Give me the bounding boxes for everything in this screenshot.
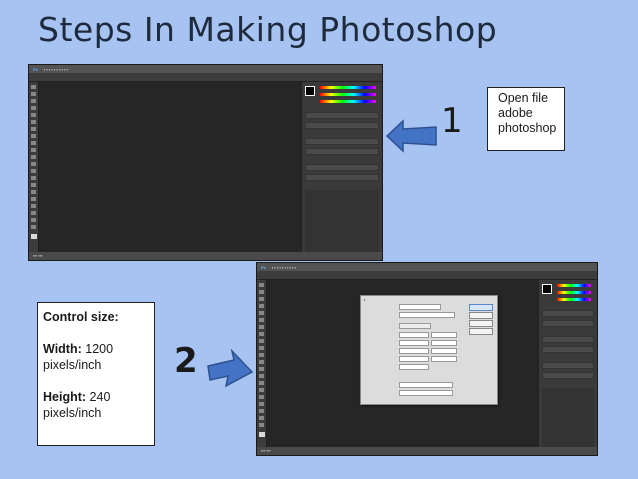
callout-heading: Control size: (43, 310, 119, 324)
callout-line: adobe (498, 106, 533, 120)
callout-control-size: Control size: Width: 1200 pixels/inch He… (37, 302, 155, 446)
arrow-shape (207, 348, 254, 388)
ps-panels (538, 280, 597, 450)
ps-color-swatch (305, 86, 315, 96)
dialog-ok-button[interactable] (469, 304, 493, 311)
slide-title: Steps In Making Photoshop (38, 10, 498, 49)
ps-panels (301, 82, 382, 252)
height-label: Height: (43, 390, 87, 404)
height-unit: pixels/inch (43, 406, 102, 420)
width-unit: pixels/inch (43, 358, 102, 372)
callout-line: Open file (498, 91, 549, 105)
ps-status-bar: ▪▪▪ ▪▪▪ (257, 447, 597, 455)
ps-menubar: Ps ▪ ▪ ▪ ▪ ▪ ▪ ▪ ▪ ▪ ▪ (29, 65, 382, 73)
ps-color-sliders (320, 86, 376, 107)
height-value: 240 (89, 390, 111, 404)
callout-line: photoshop (498, 121, 557, 135)
new-document-dialog: ▪ (360, 295, 498, 405)
arrow-step-1 (385, 119, 437, 153)
step-number-1: 1 (441, 101, 463, 141)
callout-open-file: Open file adobe photoshop (487, 87, 565, 151)
dialog-title-bar: ▪ (364, 297, 366, 302)
arrow-step-2 (207, 348, 254, 388)
step-number-2: 2 (174, 341, 198, 381)
ps-options-bar (257, 271, 597, 280)
ps-toolbar (29, 82, 39, 252)
ps-options-bar (29, 73, 382, 82)
width-value: 1200 (85, 342, 114, 356)
ps-color-swatch (542, 284, 552, 294)
ps-color-sliders (557, 284, 591, 305)
arrow-shape (385, 119, 437, 153)
ps-menubar: Ps ▪ ▪ ▪ ▪ ▪ ▪ ▪ ▪ ▪ ▪ (257, 263, 597, 271)
dialog-save-preset-button[interactable] (469, 320, 493, 327)
ps-toolbar (257, 280, 267, 447)
dialog-delete-preset-button[interactable] (469, 328, 493, 335)
ps-status-bar: ▪▪▪ ▪▪▪ (29, 252, 382, 260)
width-label: Width: (43, 342, 82, 356)
photoshop-screenshot-2: Ps ▪ ▪ ▪ ▪ ▪ ▪ ▪ ▪ ▪ ▪ ▪▪▪ ▪▪▪ ▪ (256, 262, 598, 456)
photoshop-screenshot-1: Ps ▪ ▪ ▪ ▪ ▪ ▪ ▪ ▪ ▪ ▪ ▪▪▪ ▪▪▪ (28, 64, 383, 261)
dialog-cancel-button[interactable] (469, 312, 493, 319)
ps-canvas (39, 82, 302, 252)
